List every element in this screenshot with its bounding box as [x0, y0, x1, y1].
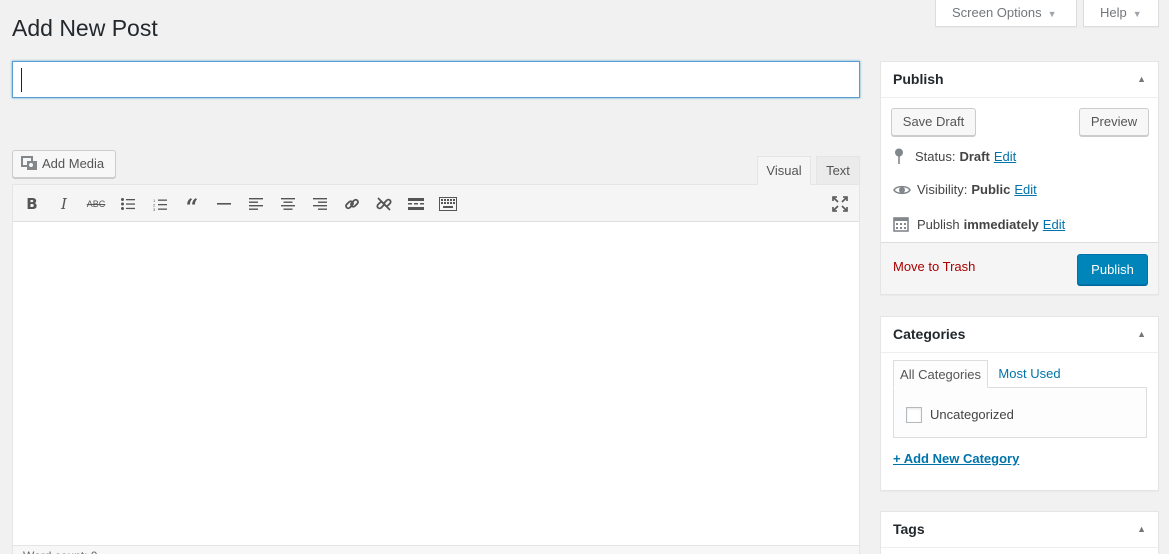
horizontal-line-icon[interactable] [213, 193, 235, 215]
tab-text[interactable]: Text [816, 156, 860, 185]
post-editor: B I ABC 123 “ [12, 184, 860, 554]
word-count: Word count: 0 [13, 545, 859, 554]
publish-box-header[interactable]: Publish ▲ [881, 62, 1158, 98]
help-label: Help [1100, 5, 1127, 20]
visibility-label: Visibility: [917, 182, 968, 197]
publish-time-row: Publish immediately Edit [893, 216, 1065, 232]
publish-time-label: Publish [917, 216, 960, 232]
edit-status-link[interactable]: Edit [994, 149, 1016, 164]
read-more-icon[interactable] [405, 193, 427, 215]
editor-content-area[interactable] [13, 222, 859, 544]
categories-box-title: Categories [893, 326, 966, 342]
categories-box-header[interactable]: Categories ▲ [881, 317, 1158, 353]
status-label: Status: [915, 148, 956, 164]
status-row: Status: Draft Edit [893, 148, 1016, 164]
publish-actions: Move to Trash Publish [881, 242, 1158, 294]
post-title-input[interactable] [12, 61, 860, 98]
text-caret [21, 68, 22, 92]
category-checkbox[interactable] [906, 407, 922, 423]
strikethrough-icon[interactable]: ABC [85, 193, 107, 215]
tab-visual[interactable]: Visual [757, 156, 811, 185]
insert-link-icon[interactable] [341, 193, 363, 215]
help-button[interactable]: Help ▼ [1083, 0, 1159, 27]
tags-box-header[interactable]: Tags ▲ [881, 512, 1158, 548]
fullscreen-icon[interactable] [829, 193, 851, 215]
preview-button[interactable]: Preview [1079, 108, 1149, 136]
align-right-icon[interactable] [309, 193, 331, 215]
toolbar-toggle-icon[interactable] [437, 193, 459, 215]
save-draft-button[interactable]: Save Draft [891, 108, 976, 136]
collapse-arrow-icon[interactable]: ▲ [1137, 317, 1146, 351]
svg-text:3: 3 [153, 207, 156, 211]
publish-box: Publish ▲ Save Draft Preview Status: Dra… [880, 61, 1159, 295]
remove-link-icon[interactable] [373, 193, 395, 215]
publish-button[interactable]: Publish [1077, 254, 1148, 285]
tags-box-title: Tags [893, 521, 925, 537]
dropdown-arrow-icon: ▼ [1132, 9, 1142, 19]
eye-icon [893, 185, 911, 194]
move-to-trash-link[interactable]: Move to Trash [893, 259, 975, 274]
visibility-value: Public [971, 182, 1011, 197]
category-label: Uncategorized [930, 407, 1014, 422]
collapse-arrow-icon[interactable]: ▲ [1137, 62, 1146, 96]
add-media-label: Add Media [42, 156, 105, 171]
editor-toolbar: B I ABC 123 “ [13, 185, 859, 222]
italic-icon[interactable]: I [53, 193, 75, 215]
edit-publish-time-link[interactable]: Edit [1043, 217, 1065, 232]
bold-icon[interactable]: B [21, 193, 43, 215]
categories-checklist: Uncategorized [893, 387, 1147, 438]
align-center-icon[interactable] [277, 193, 299, 215]
dropdown-arrow-icon: ▼ [1047, 9, 1057, 19]
blockquote-icon[interactable]: “ [181, 193, 203, 219]
publish-box-title: Publish [893, 71, 944, 87]
calendar-icon [893, 217, 909, 232]
visibility-row: Visibility: Public Edit [893, 182, 1037, 197]
screen-options-label: Screen Options [952, 5, 1042, 20]
numbered-list-icon[interactable]: 123 [149, 193, 171, 215]
tab-all-categories[interactable]: All Categories [893, 360, 988, 388]
tab-most-used[interactable]: Most Used [992, 360, 1067, 388]
pin-icon [895, 148, 903, 164]
screen-options-button[interactable]: Screen Options ▼ [935, 0, 1077, 27]
edit-visibility-link[interactable]: Edit [1014, 182, 1036, 197]
publish-time-value: immediately [963, 216, 1039, 232]
align-left-icon[interactable] [245, 193, 267, 215]
bullet-list-icon[interactable] [117, 193, 139, 215]
add-media-button[interactable]: Add Media [12, 150, 116, 178]
status-value: Draft [959, 148, 990, 164]
tags-box: Tags ▲ [880, 511, 1159, 554]
add-new-category-link[interactable]: + Add New Category [893, 451, 1019, 466]
page-title: Add New Post [12, 15, 158, 41]
collapse-arrow-icon[interactable]: ▲ [1137, 512, 1146, 546]
add-media-icon [21, 156, 37, 170]
